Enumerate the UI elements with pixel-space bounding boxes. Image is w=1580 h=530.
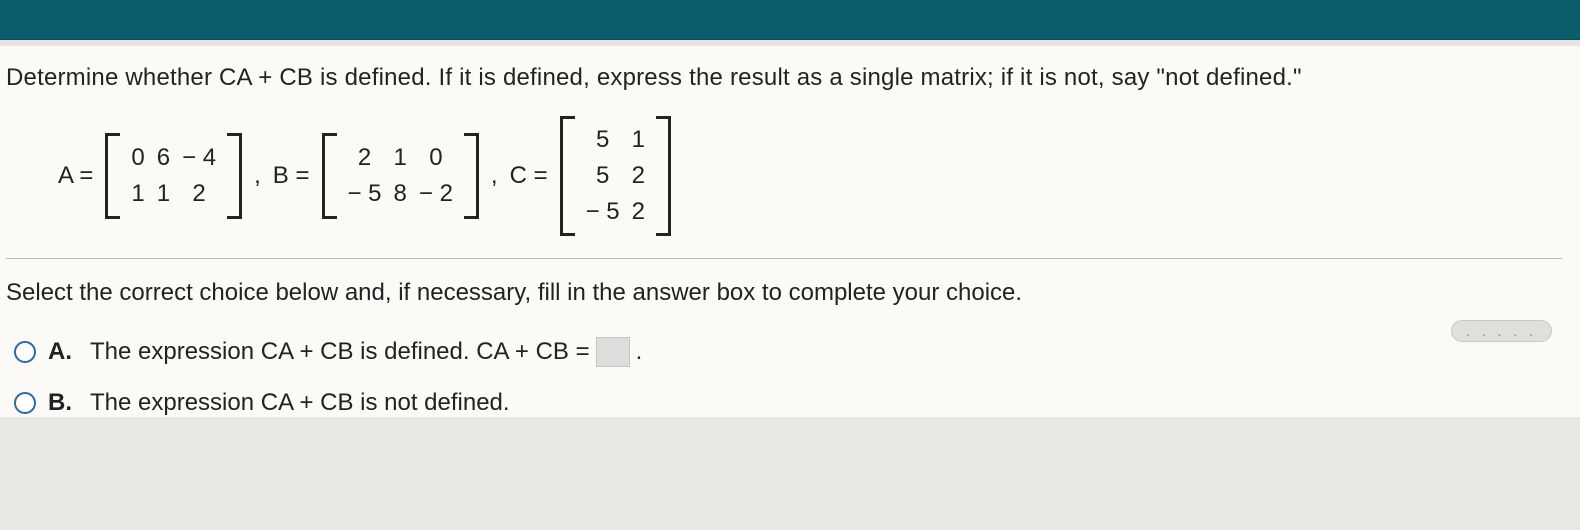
matrix-cell: 2	[358, 144, 371, 172]
matrix-cell: 0	[131, 144, 144, 172]
choice-a-text-before: The expression CA + CB is defined. CA + …	[90, 338, 590, 366]
matrix-cell: 5	[596, 126, 609, 154]
bracket-left-icon	[322, 133, 340, 219]
choice-letter: B.	[48, 389, 74, 417]
matrix-cell: 2	[632, 162, 645, 190]
app-header-bar	[0, 0, 1580, 40]
matrix-b-label: B =	[273, 162, 310, 190]
question-text: Determine whether CA + CB is defined. If…	[6, 64, 1562, 92]
answer-input-box[interactable]	[596, 337, 630, 367]
matrix-cell: 1	[157, 180, 170, 208]
matrix-cell: 2	[632, 198, 645, 226]
matrix-cell: 6	[157, 144, 170, 172]
matrix-b: 2 1 0 − 5 8 − 2	[322, 133, 479, 219]
separator: ,	[254, 162, 261, 190]
bracket-right-icon	[653, 116, 671, 236]
section-divider	[6, 258, 1562, 259]
matrix-cell: − 2	[419, 180, 453, 208]
matrix-cell: − 5	[586, 198, 620, 226]
bracket-right-icon	[461, 133, 479, 219]
choice-b-text: The expression CA + CB is not defined.	[90, 389, 510, 417]
matrix-cell: 1	[632, 126, 645, 154]
bracket-left-icon	[560, 116, 578, 236]
matrix-cell: 2	[192, 180, 205, 208]
matrix-a: 0 6 − 4 1 1 2	[105, 133, 242, 219]
matrix-cell: − 5	[348, 180, 382, 208]
radio-a[interactable]	[14, 341, 36, 363]
choice-letter: A.	[48, 338, 74, 366]
choice-a[interactable]: A. The expression CA + CB is defined. CA…	[14, 337, 1562, 367]
matrix-cell: 1	[131, 180, 144, 208]
choice-a-text: The expression CA + CB is defined. CA + …	[90, 337, 642, 367]
matrix-cell: 1	[394, 144, 407, 172]
radio-b[interactable]	[14, 392, 36, 414]
matrix-cell: 5	[596, 162, 609, 190]
separator: ,	[491, 162, 498, 190]
choice-b[interactable]: B. The expression CA + CB is not defined…	[14, 389, 1562, 417]
matrix-cell: 0	[429, 144, 442, 172]
matrix-c: 5 1 5 2 − 5 2	[560, 116, 671, 236]
matrix-c-label: C =	[510, 162, 548, 190]
bracket-left-icon	[105, 133, 123, 219]
choice-a-text-after: .	[636, 338, 643, 366]
question-panel: Determine whether CA + CB is defined. If…	[0, 40, 1580, 417]
matrix-definitions: A = 0 6 − 4 1 1 2 , B = 2 1 0 − 5 8	[58, 116, 1562, 236]
more-options-button[interactable]: . . . . .	[1451, 320, 1552, 342]
bracket-right-icon	[224, 133, 242, 219]
matrix-a-label: A =	[58, 162, 93, 190]
matrix-cell: − 4	[182, 144, 216, 172]
instruction-text: Select the correct choice below and, if …	[6, 279, 1562, 307]
matrix-cell: 8	[394, 180, 407, 208]
